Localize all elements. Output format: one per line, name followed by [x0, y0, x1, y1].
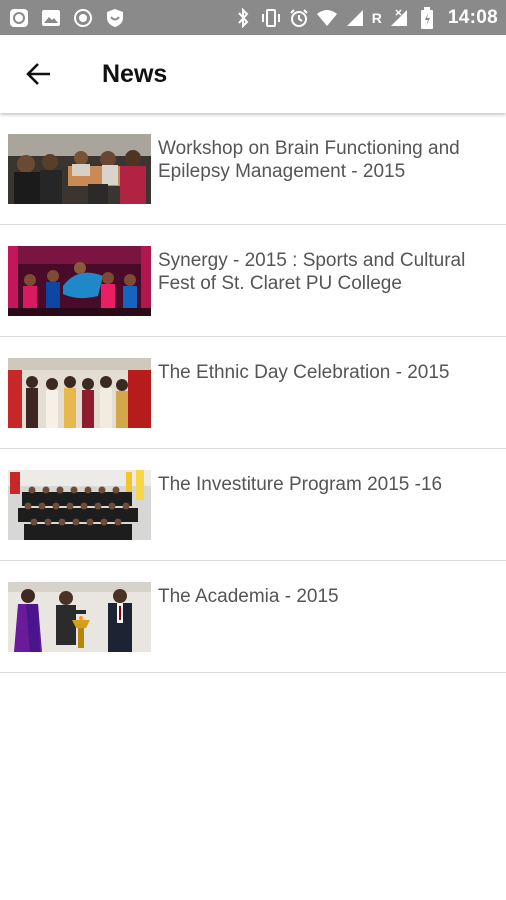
- news-item[interactable]: The Ethnic Day Celebration - 2015: [0, 337, 506, 449]
- group-photo: [8, 470, 151, 540]
- record-icon: [72, 7, 94, 29]
- roaming-signal-icon: [388, 7, 410, 29]
- status-bar: R 14:08: [0, 0, 506, 35]
- ethnic-day-photo: [8, 358, 151, 428]
- workshop-photo: [8, 134, 151, 204]
- status-time: 14:08: [447, 6, 498, 28]
- news-item[interactable]: The Academia - 2015: [0, 561, 506, 673]
- news-item-title: The Academia - 2015: [158, 586, 339, 607]
- wifi-icon: [316, 7, 338, 29]
- arrow-left-icon: [26, 61, 52, 87]
- lamp-lighting-photo: [8, 582, 151, 652]
- image-notification-icon: [40, 7, 62, 29]
- page-title: News: [102, 59, 168, 88]
- dance-performance-photo: [8, 246, 151, 316]
- news-item[interactable]: Workshop on Brain Functioning and Epilep…: [0, 113, 506, 225]
- signal-icon: [344, 7, 366, 29]
- news-item-title: The Investiture Program 2015 -16: [158, 474, 443, 495]
- news-item-title: Workshop on Brain Functioning and Epilep…: [158, 138, 460, 182]
- app-bar: News: [0, 35, 506, 113]
- news-item-title: The Ethnic Day Celebration - 2015: [158, 362, 450, 383]
- alarm-icon: [288, 7, 310, 29]
- network-letter: R: [371, 9, 382, 26]
- vibrate-icon: [260, 7, 282, 29]
- news-item[interactable]: Synergy - 2015 : Sports and Cultural Fes…: [0, 225, 506, 337]
- shield-icon: [104, 7, 126, 29]
- back-button[interactable]: [15, 50, 63, 98]
- bluetooth-icon: [232, 7, 254, 29]
- news-list: Workshop on Brain Functioning and Epilep…: [0, 113, 506, 673]
- battery-icon: [416, 6, 438, 29]
- news-item[interactable]: The Investiture Program 2015 -16: [0, 449, 506, 561]
- news-item-title: Synergy - 2015 : Sports and Cultural Fes…: [158, 250, 466, 294]
- app-notification-icon: [8, 7, 30, 29]
